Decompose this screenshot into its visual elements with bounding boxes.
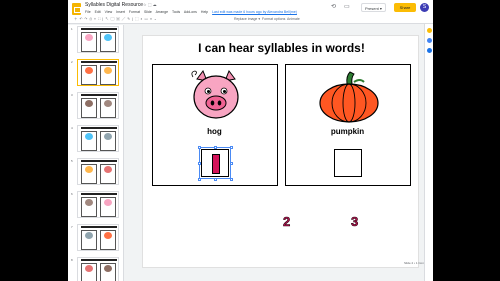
slide-thumbnail-row[interactable]: 4 (68, 124, 124, 154)
share-button[interactable]: Share (394, 3, 416, 12)
resize-handle[interactable] (214, 178, 217, 181)
slide-number: 1 (71, 27, 73, 31)
thumbnail-title-bar (81, 226, 117, 228)
number-tile[interactable]: 2 (283, 214, 291, 230)
thumbnail-picture (85, 166, 93, 173)
slide-number: 5 (71, 159, 73, 163)
slide-thumbnail[interactable] (77, 26, 119, 53)
word-card-hog[interactable]: hog (152, 64, 278, 186)
answer-box[interactable] (201, 149, 229, 177)
slide-number: 3 (71, 93, 73, 97)
thumbnail-picture (104, 34, 112, 41)
number-tile[interactable]: 3 (351, 214, 359, 230)
side-panel (424, 24, 433, 281)
pig-icon (191, 69, 239, 119)
slide-number: 6 (71, 192, 73, 196)
word-label: pumpkin (330, 127, 365, 136)
activity-icon[interactable]: ⟲ (331, 4, 336, 10)
slide-thumbnail[interactable] (77, 191, 119, 218)
word-card-pumpkin[interactable]: pumpkin (285, 64, 411, 186)
thumbnail-title-bar (81, 94, 117, 96)
thumbnail-picture (104, 67, 112, 74)
slides-app: Syllables Digital Resource ☆ ⬚ ☁ File Ed… (68, 0, 433, 281)
thumbnail-picture (85, 133, 93, 140)
slide-thumbnail-row[interactable]: 8 (68, 256, 124, 281)
avatar[interactable]: S (420, 3, 429, 12)
slide-thumbnail[interactable] (77, 59, 119, 86)
menu-addons[interactable]: Add-ons (184, 10, 197, 14)
animate-button[interactable]: Animate (287, 15, 300, 24)
word-label: hog (207, 127, 222, 136)
thumbnail-picture (104, 199, 112, 206)
syllable-count-tile[interactable] (212, 154, 220, 174)
keep-icon[interactable] (427, 28, 432, 33)
resize-handle[interactable] (230, 162, 233, 165)
format-options-button[interactable]: Format options (262, 15, 285, 24)
thumbnail-title-bar (81, 61, 117, 63)
thumbnail-picture (85, 67, 93, 74)
menu-format[interactable]: Format (129, 10, 140, 14)
thumbnail-picture (104, 265, 112, 272)
menu-insert[interactable]: Insert (116, 10, 125, 14)
slide-number: 4 (71, 126, 73, 130)
slides-logo-icon[interactable] (72, 3, 81, 15)
menu-file[interactable]: File (85, 10, 91, 14)
slide-canvas[interactable]: I can hear syllables in words! hog pumpk… (142, 35, 427, 268)
thumbnail-picture (85, 265, 93, 272)
thumbnail-title-bar (81, 259, 117, 261)
menu-bar: File Edit View Insert Format Slide Arran… (85, 10, 300, 14)
thumbnail-title-bar (81, 28, 117, 30)
thumbnail-title-bar (81, 160, 117, 162)
thumbnail-picture (104, 133, 112, 140)
menu-arrange[interactable]: Arrange (156, 10, 168, 14)
slide-thumbnail-row[interactable]: 1 (68, 25, 124, 55)
slide-thumbnail-row[interactable]: 5 (68, 157, 124, 187)
answer-box[interactable] (334, 149, 362, 177)
menu-help[interactable]: Help (201, 10, 208, 14)
toolbar: ＋ ↶ ↷ ⎙ ⌖ ⛶ | ↖ ▢ ▣ ╱ ✎ | ⬚ ◐ ▭ ≡ ⌄ Repl… (68, 15, 433, 24)
thumbnail-picture (104, 166, 112, 173)
comments-icon[interactable]: ▭ (344, 4, 350, 10)
slide-thumbnail[interactable] (77, 125, 119, 152)
tasks-icon[interactable] (427, 38, 432, 43)
thumbnail-picture (85, 100, 93, 107)
resize-handle[interactable] (230, 178, 233, 181)
slide-number: 7 (71, 225, 73, 229)
thumbnail-picture (104, 232, 112, 239)
thumbnail-picture (104, 100, 112, 107)
last-edit-link[interactable]: Last edit was made 6 hours ago by Alexan… (212, 10, 297, 14)
slide-number: 2 (71, 60, 73, 64)
thumbnail-picture (85, 34, 93, 41)
replace-image-button[interactable]: Replace image ▾ (234, 15, 260, 24)
document-title[interactable]: Syllables Digital Resource (85, 2, 143, 8)
slide-thumbnail-row[interactable]: 6 (68, 190, 124, 220)
pumpkin-icon (319, 71, 379, 123)
menu-edit[interactable]: Edit (95, 10, 101, 14)
thumbnail-picture (85, 199, 93, 206)
resize-handle[interactable] (230, 146, 233, 149)
title-star-move-cloud-icons[interactable]: ☆ ⬚ ☁ (143, 2, 157, 7)
toolbar-icons[interactable]: ＋ ↶ ↷ ⎙ ⌖ ⛶ | ↖ ▢ ▣ ╱ ✎ | ⬚ ◐ ▭ ≡ ⌄ (74, 15, 157, 24)
slide-number: 8 (71, 258, 73, 262)
present-button[interactable]: Present ▾ (361, 3, 386, 12)
thumbnail-title-bar (81, 193, 117, 195)
slide-thumbnail-row[interactable]: 7 (68, 223, 124, 253)
slide-thumbnail[interactable] (77, 224, 119, 251)
calendar-icon[interactable] (427, 48, 432, 53)
menu-tools[interactable]: Tools (172, 10, 180, 14)
thumbnail-picture (85, 232, 93, 239)
slide-thumbnail-row[interactable]: 2 (68, 58, 124, 88)
slide-thumbnail[interactable] (77, 257, 119, 281)
thumbnail-title-bar (81, 127, 117, 129)
slide-thumbnail[interactable] (77, 92, 119, 119)
resize-handle[interactable] (198, 178, 201, 181)
slide-thumbnail[interactable] (77, 158, 119, 185)
slide-filmstrip: 1 2 3 4 5 6 7 8 (68, 25, 124, 281)
slide-title[interactable]: I can hear syllables in words! (143, 41, 420, 55)
menu-slide[interactable]: Slide (144, 10, 152, 14)
menu-view[interactable]: View (105, 10, 113, 14)
slide-thumbnail-row[interactable]: 3 (68, 91, 124, 121)
